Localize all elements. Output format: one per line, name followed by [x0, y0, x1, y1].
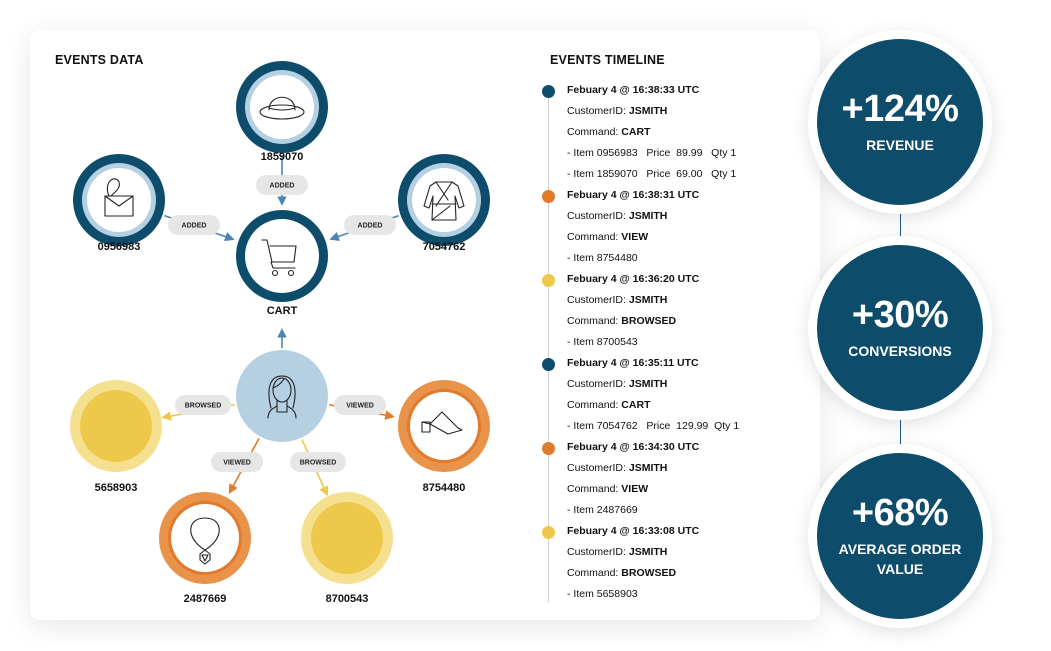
node-label: CART: [267, 305, 298, 317]
customer-id: JSMITH: [628, 378, 668, 390]
stat-label-line: VALUE: [876, 561, 924, 577]
command-value: BROWSED: [621, 315, 677, 327]
node-5658903[interactable]: [70, 380, 162, 472]
timeline-command: Command: BROWSED: [567, 567, 676, 579]
timeline-dot: [542, 526, 555, 539]
timeline-item: - Item 8700543: [567, 336, 638, 348]
timeline-event-time: Febuary 4 @ 16:36:20 UTC: [567, 273, 700, 285]
stat-label-line: AVERAGE ORDER: [838, 541, 962, 557]
node-label: 8700543: [326, 593, 369, 605]
timeline-customer: CustomerID: JSMITH: [567, 462, 667, 474]
timeline-command: Command: CART: [567, 126, 650, 138]
command-label: Command:: [567, 567, 622, 579]
command-value: BROWSED: [621, 567, 677, 579]
timeline-dot: [542, 442, 555, 455]
stat-value: +124%: [841, 88, 959, 130]
node-label: 5658903: [95, 482, 138, 494]
node-8700543[interactable]: [301, 492, 393, 584]
timeline-customer: CustomerID: JSMITH: [567, 210, 667, 222]
timeline-command: Command: VIEW: [567, 231, 648, 243]
node-label: 0956983: [98, 241, 141, 253]
timeline-customer: CustomerID: JSMITH: [567, 294, 667, 306]
stat-revenue: +124% REVENUE: [808, 30, 992, 214]
customer-label: CustomerID:: [567, 462, 629, 474]
command-label: Command:: [567, 315, 622, 327]
node-label: 8754480: [423, 482, 466, 494]
timeline-dot: [542, 85, 555, 98]
command-value: CART: [621, 126, 651, 138]
customer-label: CustomerID:: [567, 294, 629, 306]
node-customer[interactable]: [236, 350, 328, 442]
timeline-event-time: Febuary 4 @ 16:35:11 UTC: [567, 357, 699, 369]
stat-label: CONVERSIONS: [848, 343, 952, 359]
command-value: VIEW: [621, 483, 649, 495]
timeline-customer: CustomerID: JSMITH: [567, 378, 667, 390]
customer-id: JSMITH: [628, 294, 668, 306]
edge-label: VIEWED: [223, 460, 251, 467]
stat-average-order-value: +68% AVERAGE ORDER VALUE: [808, 444, 992, 628]
edge-label: ADDED: [358, 223, 383, 230]
timeline-item: - Item 8754480: [567, 252, 638, 264]
timeline-event-time: Febuary 4 @ 16:38:33 UTC: [567, 84, 700, 96]
node-7054762[interactable]: [398, 154, 490, 246]
customer-label: CustomerID:: [567, 210, 629, 222]
stat-connector: [900, 418, 901, 446]
node-label: 7054762: [423, 241, 466, 253]
timeline-item: - Item 2487669: [567, 504, 638, 516]
customer-id: JSMITH: [628, 105, 668, 117]
node-cart[interactable]: [236, 210, 328, 302]
node-8754480[interactable]: [398, 380, 490, 472]
edge-label: BROWSED: [300, 460, 337, 467]
customer-label: CustomerID:: [567, 546, 629, 558]
stat-conversions: +30% CONVERSIONS: [808, 236, 992, 420]
timeline-item: - Item 7054762 Price 129.99 Qty 1: [567, 420, 740, 432]
stat-value: +68%: [851, 492, 949, 534]
command-label: Command:: [567, 231, 622, 243]
customer-label: CustomerID:: [567, 378, 629, 390]
customer-id: JSMITH: [628, 210, 668, 222]
stat-label: AVERAGE ORDER VALUE: [839, 539, 962, 579]
command-label: Command:: [567, 483, 622, 495]
timeline-command: Command: VIEW: [567, 483, 648, 495]
timeline-item: - Item 0956983 Price 89.99 Qty 1: [567, 147, 737, 159]
node-label: 1859070: [261, 151, 304, 163]
timeline-dot: [542, 190, 555, 203]
stat-label: REVENUE: [866, 137, 934, 153]
customer-label: CustomerID:: [567, 105, 629, 117]
customer-id: JSMITH: [628, 462, 668, 474]
command-value: CART: [621, 399, 651, 411]
node-label: 2487669: [184, 593, 227, 605]
timeline-item: - Item 5658903: [567, 588, 638, 600]
node-2487669[interactable]: [159, 492, 251, 584]
command-label: Command:: [567, 399, 622, 411]
timeline-event-time: Febuary 4 @ 16:38:31 UTC: [567, 189, 700, 201]
node-0956983[interactable]: [73, 154, 165, 246]
edge-label: BROWSED: [185, 403, 222, 410]
customer-id: JSMITH: [628, 546, 668, 558]
timeline-item: - Item 1859070 Price 69.00 Qty 1: [567, 168, 737, 180]
timeline-customer: CustomerID: JSMITH: [567, 546, 667, 558]
node-1859070[interactable]: [236, 61, 328, 153]
stat-value: +30%: [851, 294, 949, 336]
command-label: Command:: [567, 126, 622, 138]
timeline-dot: [542, 358, 555, 371]
timeline-event-time: Febuary 4 @ 16:34:30 UTC: [567, 441, 700, 453]
edge-label: ADDED: [270, 183, 295, 190]
timeline-event-time: Febuary 4 @ 16:33:08 UTC: [567, 525, 700, 537]
timeline-customer: CustomerID: JSMITH: [567, 105, 667, 117]
timeline-command: Command: BROWSED: [567, 315, 676, 327]
edge-label: ADDED: [182, 223, 207, 230]
timeline-dot: [542, 274, 555, 287]
command-value: VIEW: [621, 231, 649, 243]
edge-label: VIEWED: [346, 403, 374, 410]
timeline-command: Command: CART: [567, 399, 650, 411]
